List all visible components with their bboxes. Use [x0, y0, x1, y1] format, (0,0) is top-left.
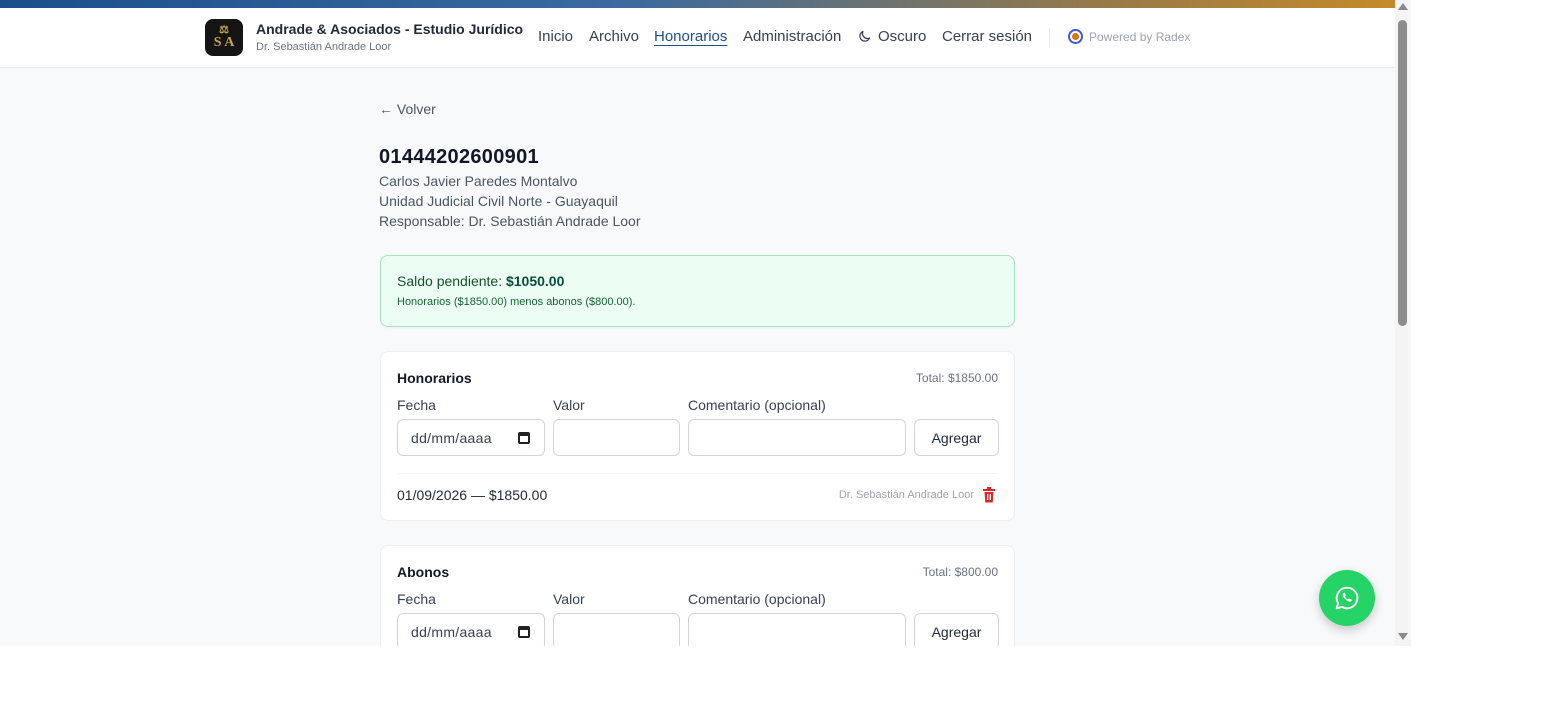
- honorarios-date-placeholder: dd/mm/aaaa: [411, 429, 492, 446]
- honorarios-title: Honorarios: [397, 370, 472, 386]
- honorarios-comentario-label: Comentario (opcional): [688, 397, 826, 413]
- scrollbar-thumb[interactable]: [1398, 20, 1407, 326]
- honorarios-card: Honorarios Total: $1850.00 Fecha Valor C…: [380, 351, 1015, 521]
- abonos-date-input[interactable]: dd/mm/aaaa: [397, 613, 545, 646]
- calendar-icon[interactable]: [518, 432, 530, 444]
- abonos-date-placeholder: dd/mm/aaaa: [411, 623, 492, 640]
- honorarios-comentario-input[interactable]: [688, 419, 906, 456]
- abonos-valor-input[interactable]: [553, 613, 680, 646]
- abonos-card: Abonos Total: $800.00 Fecha Valor Coment…: [380, 545, 1015, 646]
- back-link[interactable]: ← Volver: [379, 101, 436, 117]
- abonos-fecha-label: Fecha: [397, 591, 436, 607]
- abonos-valor-label: Valor: [553, 591, 585, 607]
- nav-administracion[interactable]: Administración: [743, 28, 841, 45]
- radex-icon: [1068, 29, 1083, 44]
- trash-icon[interactable]: [982, 487, 996, 503]
- nav-dark-mode-toggle[interactable]: Oscuro: [857, 28, 926, 45]
- balance-summary: Saldo pendiente: $1050.00 Honorarios ($1…: [380, 255, 1015, 327]
- header: ⚖ S A Andrade & Asociados - Estudio Jurí…: [0, 8, 1395, 68]
- balance-amount: $1050.00: [505, 273, 565, 289]
- nav-honorarios[interactable]: Honorarios: [654, 28, 727, 45]
- honorarios-entry-user: Dr. Sebastián Andrade Loor: [838, 489, 974, 501]
- nav-archivo[interactable]: Archivo: [589, 28, 639, 45]
- honorarios-fecha-label: Fecha: [397, 397, 436, 413]
- case-court: Unidad Judicial Civil Norte - Guayaquil: [379, 193, 618, 209]
- abonos-comentario-input[interactable]: [688, 613, 906, 646]
- honorarios-add-button[interactable]: Agregar: [914, 419, 999, 456]
- moon-icon: [859, 30, 871, 42]
- honorarios-valor-input[interactable]: [553, 419, 680, 456]
- honorarios-valor-label: Valor: [553, 397, 585, 413]
- powered-by-link[interactable]: Powered by Radex: [1068, 29, 1190, 44]
- abonos-title: Abonos: [397, 564, 450, 580]
- scroll-up-arrow-icon[interactable]: [1398, 3, 1408, 10]
- whatsapp-button[interactable]: [1319, 570, 1375, 626]
- honorarios-total: Total: $1850.00: [915, 371, 998, 385]
- abonos-total: Total: $800.00: [922, 565, 998, 579]
- balance-label: Saldo pendiente:: [397, 273, 503, 289]
- logo-text: S A: [213, 35, 235, 50]
- vertical-scrollbar[interactable]: [1395, 0, 1411, 646]
- honorarios-entry-text: 01/09/2026 — $1850.00: [397, 487, 548, 503]
- nav-cerrar-sesion[interactable]: Cerrar sesión: [942, 28, 1032, 45]
- calendar-icon[interactable]: [518, 626, 530, 638]
- firm-logo[interactable]: ⚖ S A: [205, 19, 243, 56]
- case-client: Carlos Javier Paredes Montalvo: [379, 173, 578, 189]
- case-responsible: Responsable: Dr. Sebastián Andrade Loor: [379, 213, 641, 229]
- honorarios-date-input[interactable]: dd/mm/aaaa: [397, 419, 545, 456]
- top-accent-bar: [0, 0, 1395, 8]
- page-viewport: ⚖ S A Andrade & Asociados - Estudio Jurí…: [0, 0, 1395, 646]
- nav-dark-label: Oscuro: [878, 28, 927, 45]
- nav-inicio[interactable]: Inicio: [538, 28, 573, 45]
- scroll-down-arrow-icon[interactable]: [1398, 633, 1408, 640]
- brand-subtitle: Dr. Sebastián Andrade Loor: [256, 41, 392, 53]
- case-number: 01444202600901: [379, 146, 539, 168]
- balance-line: Saldo pendiente: $1050.00: [397, 273, 564, 289]
- abonos-add-button[interactable]: Agregar: [914, 613, 999, 646]
- honorarios-divider: [397, 473, 998, 474]
- brand-title: Andrade & Asociados - Estudio Jurídico: [256, 21, 524, 37]
- powered-by-label: Powered by Radex: [1089, 29, 1191, 44]
- nav-divider: [1049, 28, 1050, 48]
- balance-note: Honorarios ($1850.00) menos abonos ($800…: [397, 296, 636, 308]
- whatsapp-icon: [1335, 586, 1359, 610]
- abonos-comentario-label: Comentario (opcional): [688, 591, 826, 607]
